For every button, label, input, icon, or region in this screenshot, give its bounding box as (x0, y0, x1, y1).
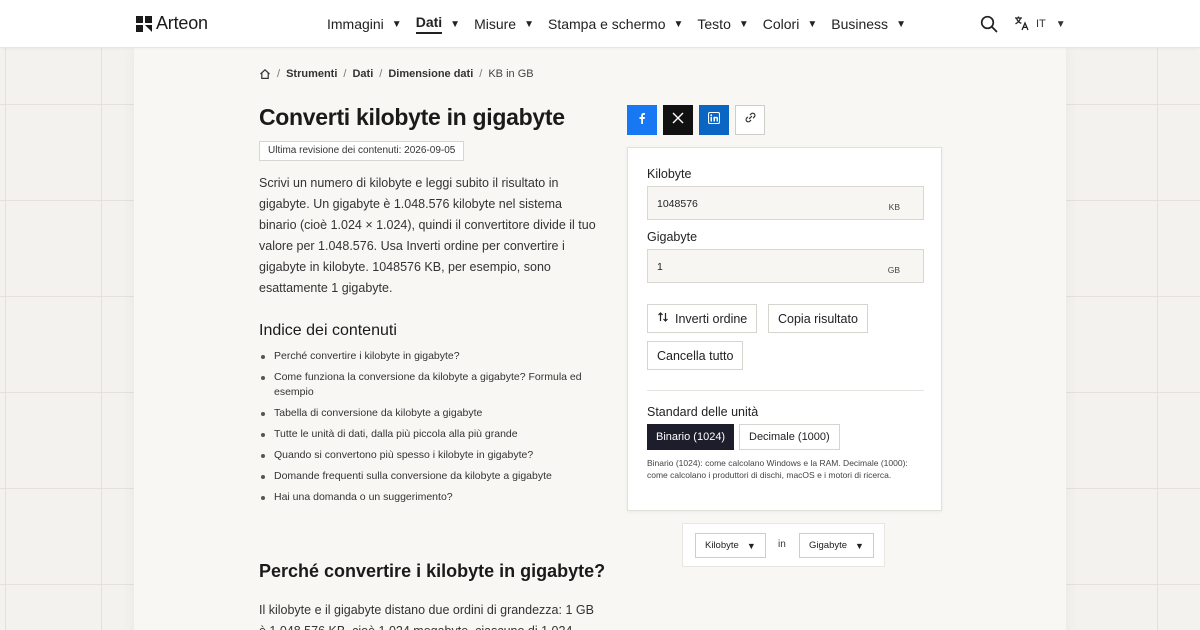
breadcrumb-separator: / (379, 68, 383, 80)
unit-standard-note: Binario (1024): come calcolano Windows e… (647, 458, 908, 480)
top-navbar: Arteon Immagini ▼ Dati ▼ Misure ▼ Stampa… (0, 0, 1200, 48)
to-unit-value: Gigabyte (809, 540, 848, 551)
gigabyte-input[interactable]: 1 GB (647, 249, 924, 283)
gigabyte-label: Gigabyte (647, 230, 698, 244)
toc-link[interactable]: Domande frequenti sulla conversione da k… (259, 469, 599, 484)
table-of-contents: Perché convertire i kilobyte in gigabyte… (259, 349, 599, 511)
brand-logo[interactable]: Arteon (136, 13, 208, 34)
chevron-down-icon: ▼ (896, 18, 906, 30)
nav-label: Business (831, 16, 889, 32)
linkedin-share-button[interactable] (699, 105, 729, 135)
link-icon (744, 111, 757, 129)
nav-item-business[interactable]: Business ▼ (831, 0, 920, 48)
toc-link[interactable]: Quando si convertono più spesso i kiloby… (259, 448, 599, 463)
nav-label: Dati (415, 14, 443, 34)
section-paragraph: Il kilobyte e il gigabyte distano due or… (259, 603, 594, 630)
chevron-down-icon: ▼ (391, 18, 402, 30)
copy-result-label: Copia risultato (778, 311, 858, 326)
x-share-button[interactable] (663, 105, 693, 135)
kilobyte-input[interactable]: 1048576 KB (647, 186, 924, 220)
chevron-down-icon: ▼ (1055, 18, 1066, 30)
from-unit-value: Kilobyte (705, 540, 739, 551)
breadcrumb-separator: / (479, 68, 483, 80)
chevron-down-icon: ▼ (524, 18, 534, 30)
breadcrumb-dati[interactable]: Dati (352, 68, 373, 80)
unit-standard-label: Standard delle unità (647, 405, 759, 419)
clear-all-label: Cancella tutto (657, 348, 734, 363)
chevron-down-icon: ▼ (855, 540, 864, 551)
linkedin-icon (707, 111, 721, 129)
chevron-down-icon: ▼ (746, 540, 756, 551)
nav-item-stampa-e-schermo[interactable]: Stampa e schermo ▼ (548, 0, 697, 48)
content-panel: / Strumenti / Dati / Dimensione dati / K… (134, 48, 1066, 630)
chevron-down-icon: ▼ (738, 18, 749, 30)
toc-heading: Indice dei contenuti (259, 322, 397, 339)
toc-link[interactable]: Tabella di conversione da kilobyte a gig… (259, 406, 599, 421)
copy-result-button[interactable]: Copia risultato (768, 304, 868, 333)
nav-label: Immagini (327, 16, 384, 32)
section-heading: Perché convertire i kilobyte in gigabyte… (259, 561, 606, 581)
nav-label: Testo (697, 16, 731, 32)
breadcrumb-dimensione-dati[interactable]: Dimensione dati (388, 68, 473, 80)
to-unit-select[interactable]: Gigabyte ▼ (799, 533, 874, 558)
toc-link[interactable]: Come funziona la conversione da kilobyte… (259, 370, 599, 400)
unit-selector-bar: Kilobyte ▼ in Gigabyte ▼ (682, 523, 885, 567)
kilobyte-label: Kilobyte (647, 167, 692, 181)
breadcrumb-separator: / (343, 68, 347, 80)
search-icon[interactable] (980, 15, 998, 33)
clear-all-button[interactable]: Cancella tutto (647, 341, 744, 370)
breadcrumb-current: KB in GB (488, 68, 534, 80)
decimal-standard-toggle[interactable]: Decimale (1000) (739, 424, 840, 450)
page-title: Converti kilobyte in gigabyte (259, 104, 565, 130)
breadcrumb-separator: / (277, 68, 281, 80)
binary-standard-toggle[interactable]: Binario (1024) (647, 424, 735, 450)
home-icon[interactable] (259, 68, 271, 80)
kilobyte-unit: KB (888, 202, 900, 212)
nav-item-colori[interactable]: Colori ▼ (763, 0, 831, 48)
brand-mark-icon (136, 15, 152, 32)
language-code: IT (1036, 18, 1046, 30)
intro-paragraph: Scrivi un numero di kilobyte e leggi sub… (259, 176, 596, 295)
swap-order-button[interactable]: Inverti ordine (647, 304, 758, 333)
main-nav: Immagini ▼ Dati ▼ Misure ▼ Stampa e sche… (327, 0, 920, 48)
nav-label: Colori (762, 16, 800, 32)
toc-link[interactable]: Hai una domanda o un suggerimento? (259, 490, 599, 505)
gigabyte-value: 1 (657, 261, 663, 273)
from-unit-select[interactable]: Kilobyte ▼ (695, 533, 766, 558)
facebook-share-button[interactable] (627, 105, 657, 135)
nav-item-immagini[interactable]: Immagini ▼ (327, 0, 416, 48)
converter-card: Kilobyte 1048576 KB Gigabyte 1 GB Invert… (627, 147, 942, 511)
breadcrumb-strumenti[interactable]: Strumenti (286, 68, 337, 80)
brand-name: Arteon (156, 13, 208, 33)
share-buttons (627, 105, 765, 135)
breadcrumb: / Strumenti / Dati / Dimensione dati / K… (259, 68, 534, 80)
unit-connector: in (778, 539, 786, 550)
swap-icon (657, 311, 669, 326)
card-divider (647, 390, 924, 391)
nav-item-dati[interactable]: Dati ▼ (415, 0, 474, 48)
facebook-icon (636, 111, 648, 129)
copy-link-button[interactable] (735, 105, 765, 135)
nav-label: Misure (474, 16, 517, 32)
translate-icon (1014, 15, 1030, 34)
chevron-down-icon: ▼ (807, 18, 818, 30)
nav-item-misure[interactable]: Misure ▼ (474, 0, 548, 48)
chevron-down-icon: ▼ (673, 18, 684, 30)
language-switcher[interactable]: IT ▼ (1014, 15, 1066, 34)
gigabyte-unit: GB (887, 265, 900, 275)
x-icon (672, 111, 684, 129)
kilobyte-value: 1048576 (657, 198, 698, 210)
nav-item-testo[interactable]: Testo ▼ (697, 0, 762, 48)
nav-label: Stampa e schermo (547, 16, 666, 32)
revision-badge: Ultima revisione dei contenuti: 2026-09-… (259, 141, 465, 161)
swap-order-label: Inverti ordine (675, 311, 748, 326)
chevron-down-icon: ▼ (450, 18, 461, 30)
toc-link[interactable]: Perché convertire i kilobyte in gigabyte… (259, 349, 599, 364)
nav-right: IT ▼ (980, 0, 1066, 48)
toc-link[interactable]: Tutte le unità di dati, dalla più piccol… (259, 427, 599, 442)
